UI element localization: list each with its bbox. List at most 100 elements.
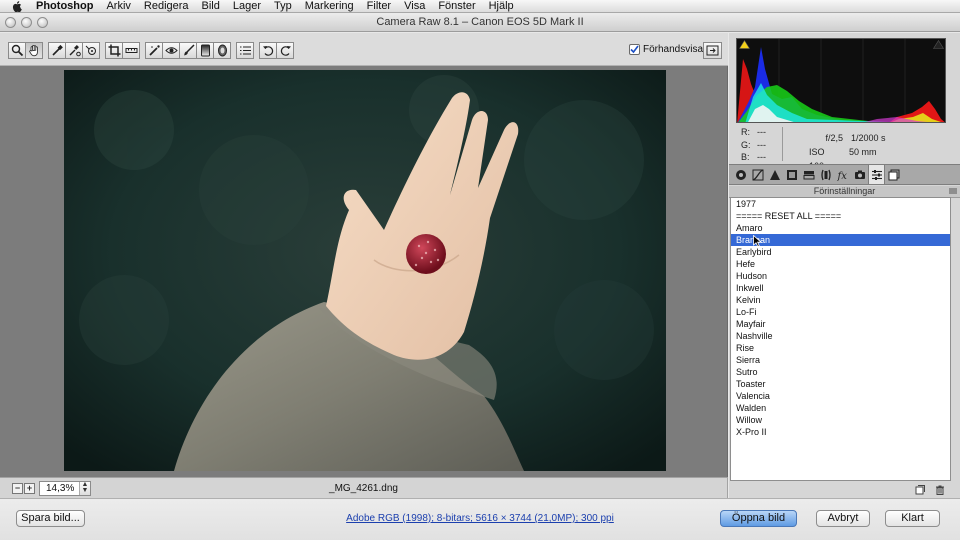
highlight-clipping-icon[interactable]: [933, 40, 944, 49]
panel-menu-icon[interactable]: [949, 188, 957, 194]
snapshots-icon: [888, 169, 899, 180]
preset-item[interactable]: Kelvin: [731, 294, 950, 306]
fullscreen-button[interactable]: [703, 42, 722, 59]
white-balance-tool-button[interactable]: [48, 42, 66, 59]
tab-snapshots[interactable]: [885, 165, 902, 184]
target-adjustment-icon: [85, 45, 96, 55]
red-eye-tool-button[interactable]: [162, 42, 180, 59]
preset-item[interactable]: Rise: [731, 342, 950, 354]
image-preview-area: [0, 66, 728, 477]
histogram-graph: [737, 39, 945, 122]
tab-lens-corrections[interactable]: [817, 165, 834, 184]
menu-app-photoshop[interactable]: Photoshop: [36, 0, 93, 13]
tab-tone-curve[interactable]: [749, 165, 766, 184]
adjustment-brush-tool-button[interactable]: [179, 42, 197, 59]
preview-checkbox[interactable]: [629, 44, 640, 55]
preset-item[interactable]: Earlybird: [731, 246, 950, 258]
color-sampler-icon: [69, 45, 81, 57]
menu-markering[interactable]: Markering: [305, 0, 354, 13]
preset-item[interactable]: Amaro: [731, 222, 950, 234]
done-button[interactable]: Klart: [885, 510, 940, 527]
menu-filter[interactable]: Filter: [367, 0, 391, 13]
preview-label: Förhandsvisa: [643, 44, 704, 55]
open-image-button[interactable]: Öppna bild: [720, 510, 797, 527]
b-value: ---: [757, 152, 766, 162]
camera-calibration-icon: [854, 170, 865, 179]
menu-lager[interactable]: Lager: [233, 0, 261, 13]
menu-hjalp[interactable]: Hjälp: [489, 0, 514, 13]
preset-item[interactable]: Hefe: [731, 258, 950, 270]
rgb-b-readout: B: ---: [741, 151, 766, 164]
menu-bild[interactable]: Bild: [202, 0, 220, 13]
shadow-clipping-icon[interactable]: [739, 40, 750, 49]
menu-arkiv[interactable]: Arkiv: [106, 0, 130, 13]
preset-item[interactable]: Toaster: [731, 378, 950, 390]
preset-item[interactable]: Sutro: [731, 366, 950, 378]
spot-removal-icon: [148, 45, 160, 56]
preset-item[interactable]: Sierra: [731, 354, 950, 366]
hand-tool-button[interactable]: [25, 42, 43, 59]
tab-camera-calibration[interactable]: [851, 165, 868, 184]
photo-preview[interactable]: [64, 70, 666, 471]
menu-fonster[interactable]: Fönster: [438, 0, 475, 13]
window-title: Camera Raw 8.1 – Canon EOS 5D Mark II: [376, 16, 584, 28]
preset-item[interactable]: Valencia: [731, 390, 950, 402]
tab-hsl[interactable]: [783, 165, 800, 184]
hsl-icon: [786, 169, 797, 180]
filename-label: _MG_4261.dng: [329, 483, 398, 494]
presets-panel-title: Förinställningar: [813, 186, 876, 196]
preset-item[interactable]: Nashville: [731, 330, 950, 342]
preferences-button[interactable]: [236, 42, 254, 59]
shutter-value: 1/2000 s: [851, 133, 886, 143]
bottom-action-bar: Spara bild... Adobe RGB (1998); 8-bitars…: [0, 498, 960, 540]
preset-item[interactable]: 1977: [731, 198, 950, 210]
presets-icon: [871, 169, 882, 180]
r-value: ---: [757, 127, 766, 137]
trash-icon[interactable]: [935, 485, 945, 495]
tab-presets[interactable]: [868, 165, 885, 184]
color-sampler-tool-button[interactable]: [65, 42, 83, 59]
preset-item[interactable]: Walden: [731, 402, 950, 414]
detail-icon: [769, 169, 780, 180]
menu-bar: Photoshop Arkiv Redigera Bild Lager Typ …: [0, 0, 960, 13]
crop-tool-button[interactable]: [105, 42, 123, 59]
checkmark-icon: [630, 45, 639, 54]
rotate-cw-button[interactable]: [276, 42, 294, 59]
zoom-tool-button[interactable]: [8, 42, 26, 59]
apple-icon[interactable]: [10, 0, 24, 13]
radial-filter-tool-button[interactable]: [213, 42, 231, 59]
menu-typ[interactable]: Typ: [274, 0, 292, 13]
preset-item[interactable]: Willow: [731, 414, 950, 426]
preset-item[interactable]: Hudson: [731, 270, 950, 282]
preset-item[interactable]: ===== RESET ALL =====: [731, 210, 950, 222]
tab-effects[interactable]: fx: [834, 165, 851, 184]
basic-icon: [735, 169, 746, 180]
tab-basic[interactable]: [732, 165, 749, 184]
preset-item[interactable]: Lo-Fi: [731, 306, 950, 318]
adjustment-brush-icon: [183, 44, 195, 56]
target-adjustment-tool-button[interactable]: [82, 42, 100, 59]
menu-visa[interactable]: Visa: [404, 0, 425, 13]
tab-detail[interactable]: [766, 165, 783, 184]
hand-icon: [28, 45, 38, 57]
preset-item[interactable]: Inkwell: [731, 282, 950, 294]
zoom-icon: [11, 44, 23, 57]
crop-icon: [108, 44, 120, 57]
fullscreen-icon: [706, 45, 719, 56]
rotate-ccw-button[interactable]: [259, 42, 277, 59]
menu-redigera[interactable]: Redigera: [144, 0, 189, 13]
red-eye-icon: [164, 47, 178, 54]
lens-corrections-icon: [820, 169, 831, 180]
b-label: B:: [741, 152, 750, 162]
tab-split-toning[interactable]: [800, 165, 817, 184]
preset-item[interactable]: Brannan: [731, 234, 950, 246]
preview-toggle[interactable]: Förhandsvisa: [629, 44, 703, 55]
straighten-tool-button[interactable]: [122, 42, 140, 59]
new-preset-icon[interactable]: [915, 485, 925, 495]
cancel-button[interactable]: Avbryt: [816, 510, 870, 527]
spot-removal-tool-button[interactable]: [145, 42, 163, 59]
graduated-filter-tool-button[interactable]: [196, 42, 214, 59]
preset-item[interactable]: Mayfair: [731, 318, 950, 330]
preset-item[interactable]: X-Pro II: [731, 426, 950, 438]
rgb-g-readout: G: ---: [741, 139, 766, 152]
